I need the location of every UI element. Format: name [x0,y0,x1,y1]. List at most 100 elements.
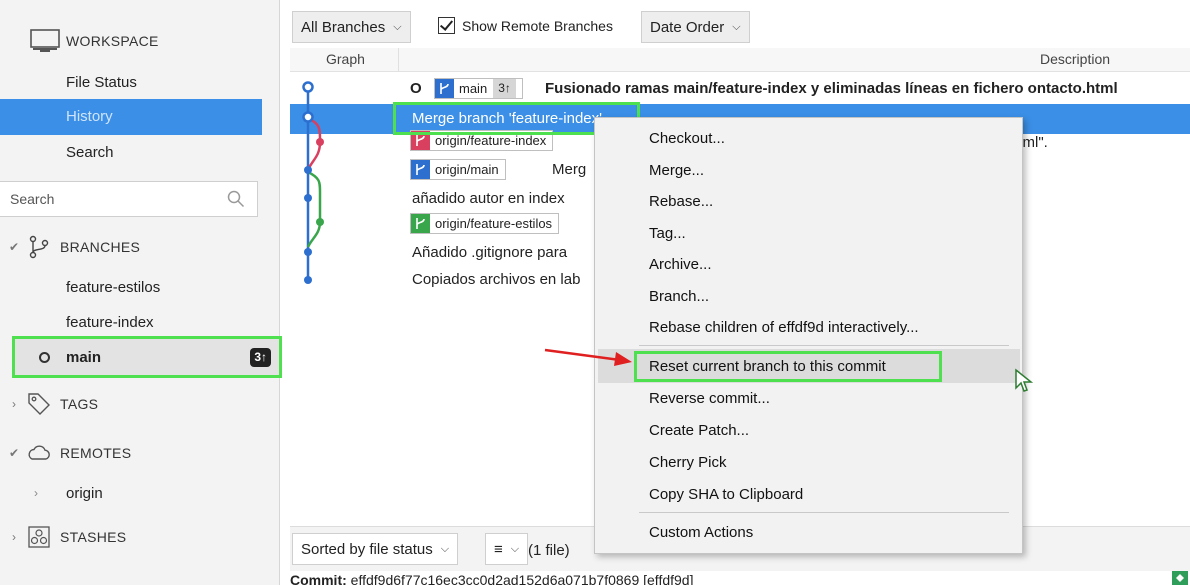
menu-item-checkout[interactable]: Checkout... [649,130,725,147]
show-remote-label: Show Remote Branches [462,17,613,34]
chevron-right-icon[interactable]: › [6,397,22,411]
branches-section[interactable]: ✔ BRANCHES [0,229,262,265]
sort-label: Sorted by file status [301,540,433,558]
menu-separator [639,345,1009,346]
menu-item-archive[interactable]: Archive... [649,256,712,273]
diff-icon[interactable] [1172,571,1188,585]
current-branch-icon [39,351,50,363]
menu-item-rebase[interactable]: Rebase... [649,193,713,210]
menu-separator [639,512,1009,513]
menu-item-create-patch[interactable]: Create Patch... [649,422,749,439]
chevron-down-icon: ⌵ [732,20,741,33]
commit-message: Fusionado ramas main/feature-index y eli… [545,80,1118,97]
ref-name: origin/feature-index [435,133,547,148]
annotation-arrow-icon [544,348,632,366]
stashes-title: STASHES [60,529,127,545]
menu-item-copy-sha[interactable]: Copy SHA to Clipboard [649,486,803,503]
menu-item-branch[interactable]: Branch... [649,288,709,305]
commit-info-line: Commit: effdf9d6f77c16ec3cc0d2ad152d6a07… [290,572,1190,585]
search-placeholder: Search [10,191,55,207]
commit-node [302,111,314,123]
date-order-dropdown[interactable]: Date Order ⌵ [641,11,750,43]
menu-item-rebase-children[interactable]: Rebase children of effdf9d interactively… [649,319,919,336]
all-branches-dropdown[interactable]: All Branches ⌵ [292,11,411,43]
branch-ref-tag: origin/feature-estilos [410,213,560,234]
nav-file-status[interactable]: File Status [0,65,262,101]
sort-by-dropdown[interactable]: Sorted by file status ⌵ [292,533,459,565]
branch-icon [411,160,430,179]
commit-label: Commit: [290,572,347,585]
monitor-icon [30,29,60,52]
commit-sha: effdf9d6f77c16ec3cc0d2ad152d6a071b7f0869… [350,572,694,585]
remote-origin[interactable]: › origin [0,476,262,510]
branches-title: BRANCHES [60,239,141,255]
commit-node [304,248,312,256]
tags-title: TAGS [60,396,99,412]
menu-item-merge[interactable]: Merge... [649,162,704,179]
chevron-down-icon[interactable]: ✔ [6,446,22,460]
search-icon [227,190,245,208]
ahead-badge: 3↑ [493,79,516,98]
show-remote-checkbox[interactable]: Show Remote Branches [438,17,613,34]
commit-message: Merg [552,161,587,178]
view-mode-dropdown[interactable]: ≡ ⌵ [485,533,529,565]
commit-node [304,194,312,202]
nav-search[interactable]: Search [0,135,262,171]
commit-message: añadido autor en index [412,190,565,207]
commit-node [316,138,324,146]
branch-main-label: main [66,348,102,366]
commit-list-header: Graph Description [290,48,1190,72]
date-order-label: Date Order [650,18,725,36]
cloud-icon [28,445,50,460]
files-count: (1 file) [528,542,570,559]
all-branches-label: All Branches [301,18,386,36]
stash-icon [28,526,50,548]
list-view-icon: ≡ [494,540,503,558]
branch-icon [435,79,454,98]
chevron-right-icon[interactable]: › [6,530,22,544]
chevron-down-icon[interactable]: ✔ [6,240,22,254]
branch-main[interactable]: main 3↑ [12,336,282,378]
branch-icon [29,235,49,259]
commit-node [304,276,312,284]
chevron-down-icon: ⌵ [510,542,520,555]
branch-feature-index[interactable]: feature-index [0,306,262,340]
remotes-title: REMOTES [60,445,132,461]
description-column-header[interactable]: Description [1040,51,1110,67]
sidebar: WORKSPACE File Status History Search Sea… [0,0,280,585]
commit-graph [302,81,324,284]
commit-row[interactable]: O main 3↑ Fusionado ramas main/feature-i… [290,74,1190,104]
ahead-count-badge: 3↑ [250,348,271,367]
branch-ref-tag: main 3↑ [434,78,523,99]
remote-origin-label: origin [66,484,103,502]
workspace-header: WORKSPACE [30,26,159,56]
commit-node [302,81,314,93]
menu-item-cherry-pick[interactable]: Cherry Pick [649,454,727,471]
sidebar-search-input[interactable]: Search [0,181,258,217]
remotes-section[interactable]: ✔ REMOTES [0,435,262,471]
branch-icon [411,214,430,233]
menu-item-tag[interactable]: Tag... [649,225,686,242]
branch-ref-tag: origin/main [410,159,506,180]
commit-context-menu: Checkout... Merge... Rebase... Tag... Ar… [594,117,1023,554]
mouse-cursor-icon [1015,368,1034,392]
graph-column-header[interactable]: Graph [326,51,365,67]
column-divider [398,48,399,72]
head-marker-icon: O [410,80,422,97]
stashes-section[interactable]: › STASHES [0,519,262,555]
ref-name: main [459,81,488,96]
menu-item-reverse-commit[interactable]: Reverse commit... [649,390,770,407]
tag-icon [28,393,50,415]
nav-history[interactable]: History [0,99,262,135]
ref-name: origin/feature-estilos [435,216,553,231]
ref-name: origin/main [435,162,499,177]
chevron-right-icon[interactable]: › [34,486,50,500]
commit-node [304,166,312,174]
branch-feature-estilos[interactable]: feature-estilos [0,271,262,305]
commit-message: Copiados archivos en lab [412,271,581,288]
checkbox-checked-icon[interactable] [438,17,455,34]
reset-item-highlight-box [634,351,942,382]
commit-node [316,218,324,226]
menu-item-custom-actions[interactable]: Custom Actions [649,524,753,541]
tags-section[interactable]: › TAGS [0,386,262,422]
